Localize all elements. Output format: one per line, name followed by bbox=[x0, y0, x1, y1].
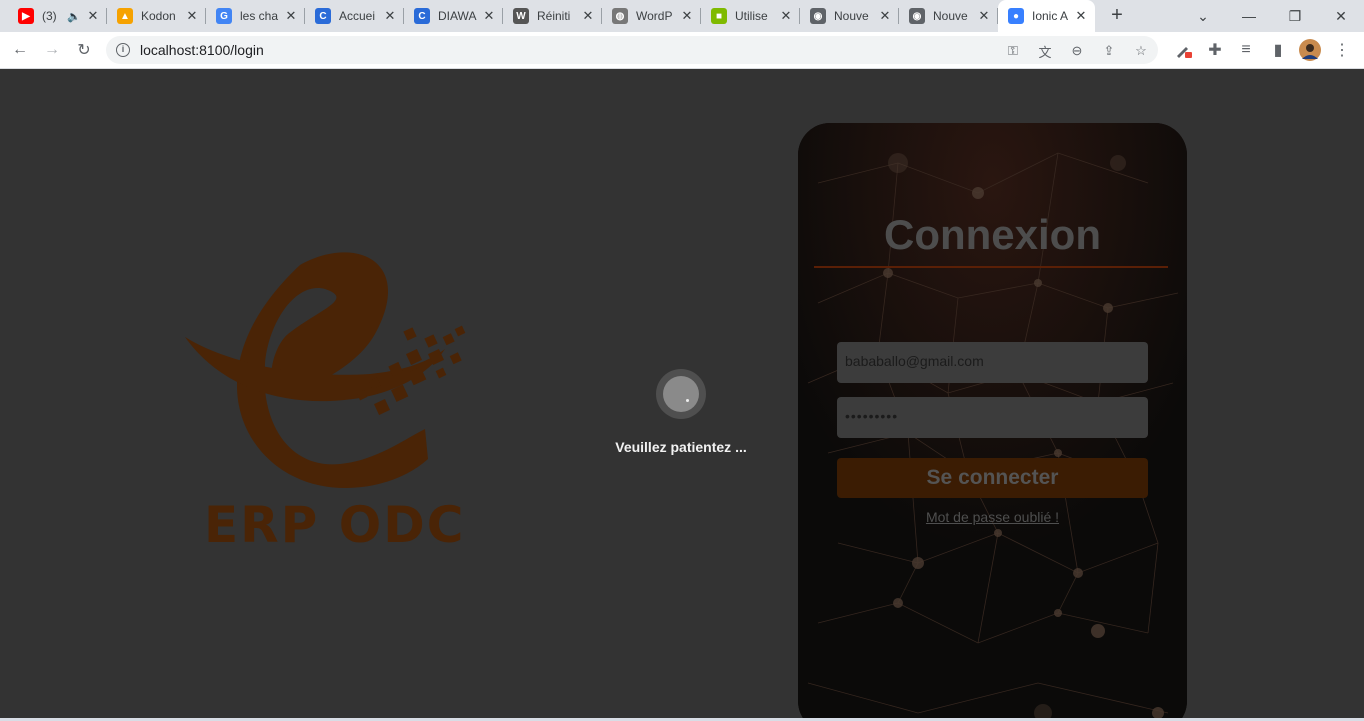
browser-tab[interactable]: ■ Utilise ✕ bbox=[701, 0, 800, 32]
side-panel-icon[interactable]: ▮ bbox=[1265, 37, 1291, 63]
chrome-menu-icon[interactable]: ⋮ bbox=[1329, 37, 1355, 63]
audio-muted-icon[interactable]: 🔈 bbox=[67, 10, 81, 23]
close-window-button[interactable]: ✕ bbox=[1318, 0, 1364, 32]
close-tab-icon[interactable]: ✕ bbox=[580, 8, 596, 24]
close-tab-icon[interactable]: ✕ bbox=[1073, 8, 1089, 24]
tab-title: Réiniti bbox=[537, 9, 571, 23]
tab-title: Kodon bbox=[141, 9, 176, 23]
reload-button[interactable]: ↻ bbox=[71, 37, 97, 63]
back-button[interactable]: ← bbox=[7, 37, 33, 63]
login-title: Connexion bbox=[884, 211, 1101, 258]
close-tab-icon[interactable]: ✕ bbox=[679, 8, 695, 24]
site-info-icon[interactable]: i bbox=[116, 43, 130, 57]
chrome-icon: ◉ bbox=[810, 8, 826, 24]
loading-spinner bbox=[656, 369, 706, 419]
tab-title: (3) bbox=[42, 9, 57, 23]
google-icon: G bbox=[216, 8, 232, 24]
zoom-icon[interactable]: ⊖ bbox=[1068, 42, 1086, 60]
edge-c-icon: C bbox=[414, 8, 430, 24]
share-icon[interactable]: ⇪ bbox=[1100, 42, 1118, 60]
minimize-button[interactable]: — bbox=[1226, 0, 1272, 32]
tab-title: Ionic A bbox=[1032, 9, 1069, 23]
tab-title: Accuei bbox=[339, 9, 376, 23]
youtube-icon: ▶ bbox=[18, 8, 34, 24]
address-bar[interactable]: i localhost:8100/login ⚿ 文 ⊖ ⇪ ☆ bbox=[106, 36, 1158, 64]
logo-wordmark: ERP ODC bbox=[204, 496, 466, 554]
ionic-icon: ● bbox=[1008, 8, 1024, 24]
close-tab-icon[interactable]: ✕ bbox=[382, 8, 398, 24]
edge-c-icon: C bbox=[315, 8, 331, 24]
browser-tab[interactable]: ▲ Kodon ✕ bbox=[107, 0, 206, 32]
tab-search-icon[interactable]: ⌄ bbox=[1180, 0, 1226, 32]
title-underline bbox=[814, 266, 1168, 268]
forward-button[interactable]: → bbox=[39, 37, 65, 63]
translate-icon[interactable]: 文 bbox=[1036, 42, 1054, 60]
bookmark-star-icon[interactable]: ☆ bbox=[1132, 42, 1150, 60]
close-tab-icon[interactable]: ✕ bbox=[85, 8, 101, 24]
tab-title: Utilise bbox=[735, 9, 768, 23]
browser-tab[interactable]: C Accuei ✕ bbox=[305, 0, 404, 32]
microsoft-icon: ■ bbox=[711, 8, 727, 24]
new-tab-button[interactable]: + bbox=[1105, 4, 1129, 28]
globe-icon: ◍ bbox=[612, 8, 628, 24]
browser-tab[interactable]: ● Ionic A ✕ bbox=[998, 0, 1095, 32]
browser-toolbar: ← → ↻ i localhost:8100/login ⚿ 文 ⊖ ⇪ ☆ ✚… bbox=[0, 32, 1364, 69]
close-tab-icon[interactable]: ✕ bbox=[481, 8, 497, 24]
firebase-icon: ▲ bbox=[117, 8, 133, 24]
tab-title: DIAWA bbox=[438, 9, 477, 23]
loading-message: Veuillez patientez ... bbox=[615, 439, 747, 455]
tab-strip: ▶ (3) 🔈 ✕ ▲ Kodon ✕ Gles cha ✕ C Accuei ✕ C DIAWA ✕ W Ré… bbox=[0, 0, 1364, 32]
close-tab-icon[interactable]: ✕ bbox=[283, 8, 299, 24]
extension-pen-icon[interactable] bbox=[1170, 37, 1196, 63]
address-url[interactable]: localhost:8100/login bbox=[140, 42, 264, 58]
browser-tab[interactable]: ▶ (3) 🔈 ✕ bbox=[8, 0, 107, 32]
chrome-icon: ◉ bbox=[909, 8, 925, 24]
browser-tab[interactable]: ◉ Nouve ✕ bbox=[800, 0, 899, 32]
forgot-password-link[interactable]: Mot de passe oublié ! bbox=[798, 509, 1187, 525]
close-tab-icon[interactable]: ✕ bbox=[877, 8, 893, 24]
app-page: ERP ODC Connexion bababallo@gmail.com ••… bbox=[0, 69, 1364, 721]
key-icon[interactable]: ⚿ bbox=[1004, 42, 1022, 60]
browser-tab[interactable]: ◍ WordP ✕ bbox=[602, 0, 701, 32]
password-field[interactable]: ••••••••• bbox=[837, 397, 1148, 438]
tab-title: Nouve bbox=[834, 9, 869, 23]
profile-avatar[interactable] bbox=[1297, 37, 1323, 63]
tab-title: WordP bbox=[636, 9, 673, 23]
wordpress-icon: W bbox=[513, 8, 529, 24]
browser-tab[interactable]: C DIAWA ✕ bbox=[404, 0, 503, 32]
browser-tab[interactable]: Gles cha ✕ bbox=[206, 0, 305, 32]
extensions-puzzle-icon[interactable]: ✚ bbox=[1202, 37, 1228, 63]
restore-button[interactable]: ❐ bbox=[1272, 0, 1318, 32]
tab-title: Nouve bbox=[933, 9, 968, 23]
tab-title: les cha bbox=[240, 9, 279, 23]
close-tab-icon[interactable]: ✕ bbox=[184, 8, 200, 24]
email-field[interactable]: bababallo@gmail.com bbox=[837, 342, 1148, 383]
browser-tab[interactable]: W Réiniti ✕ bbox=[503, 0, 602, 32]
login-button[interactable]: Se connecter bbox=[837, 458, 1148, 498]
media-control-icon[interactable]: ≡ bbox=[1233, 37, 1259, 63]
browser-tab[interactable]: ◉ Nouve ✕ bbox=[899, 0, 998, 32]
close-tab-icon[interactable]: ✕ bbox=[976, 8, 992, 24]
close-tab-icon[interactable]: ✕ bbox=[778, 8, 794, 24]
login-card: Connexion bababallo@gmail.com ••••••••• … bbox=[798, 123, 1187, 721]
